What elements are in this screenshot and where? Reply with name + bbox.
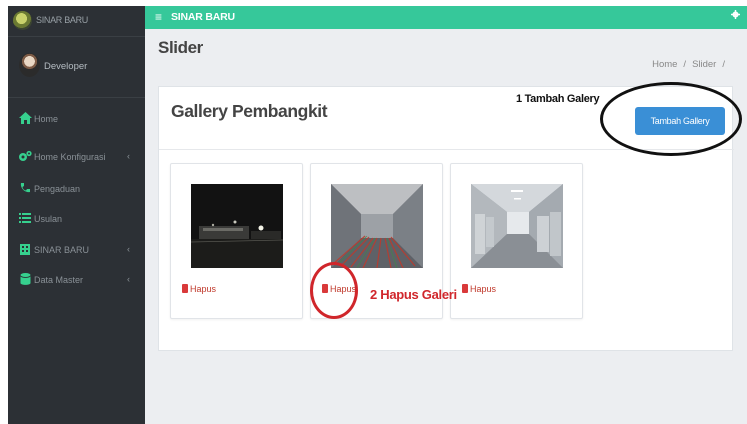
sidebar-item-label: Data Master xyxy=(34,275,84,285)
gallery-card: Hapus xyxy=(450,163,583,319)
database-icon xyxy=(18,273,32,287)
user-name: Developer xyxy=(44,61,88,72)
chevron-left-icon: ‹ xyxy=(127,274,130,284)
annotation-step-1: 1 Tambah Galery xyxy=(516,93,600,105)
app-window: SINAR BARU Developer Home Home Konfigura… xyxy=(8,6,747,424)
list-icon xyxy=(18,212,32,226)
sidebar-item-label: Usulan xyxy=(34,214,63,224)
top-navbar: ≡ SINAR BARU xyxy=(145,6,747,29)
annotation-step-2: 2 Hapus Galeri xyxy=(370,287,457,302)
sidebar-item-home[interactable]: Home xyxy=(8,110,145,130)
sidebar-item-home-konfigurasi[interactable]: Home Konfigurasi ‹ xyxy=(8,148,145,168)
home-icon xyxy=(18,112,32,126)
building-icon xyxy=(18,243,32,257)
gallery-image xyxy=(331,184,423,268)
breadcrumb-current: Slider xyxy=(692,59,717,70)
annotation-circle xyxy=(310,262,358,319)
sidebar-item-label: Pengaduan xyxy=(34,184,81,194)
sidebar-item-label: Home xyxy=(34,114,59,124)
delete-label: Hapus xyxy=(190,284,217,294)
sidebar-item-sinar-baru[interactable]: SINAR BARU ‹ xyxy=(8,241,145,261)
gears-icon xyxy=(18,150,32,164)
breadcrumb-separator: / xyxy=(722,59,725,70)
trash-icon xyxy=(182,284,188,293)
sidebar-item-pengaduan[interactable]: Pengaduan xyxy=(8,180,145,200)
trash-icon xyxy=(462,284,468,293)
hamburger-icon[interactable]: ≡ xyxy=(155,10,162,24)
brand-logo xyxy=(13,11,32,30)
brand-name: SINAR BARU xyxy=(36,15,89,25)
breadcrumb: Home / Slider / xyxy=(649,59,728,70)
breadcrumb-home[interactable]: Home xyxy=(652,59,677,70)
user-panel: Developer xyxy=(8,38,145,98)
annotation-ellipse xyxy=(600,82,742,156)
page-title: Slider xyxy=(158,38,203,57)
sidebar-item-label: SINAR BARU xyxy=(34,245,90,255)
phone-icon xyxy=(18,182,32,196)
gallery-image xyxy=(471,184,563,268)
avatar xyxy=(19,53,40,77)
sidebar: SINAR BARU Developer Home Home Konfigura… xyxy=(8,6,145,424)
gear-icon[interactable] xyxy=(731,10,740,22)
chevron-left-icon: ‹ xyxy=(127,151,130,161)
gallery-card: Hapus xyxy=(170,163,303,319)
sidebar-item-data-master[interactable]: Data Master ‹ xyxy=(8,271,145,291)
delete-gallery-link[interactable]: Hapus xyxy=(462,284,496,294)
topbar-title: SINAR BARU xyxy=(171,11,235,23)
breadcrumb-separator: / xyxy=(683,59,687,70)
sidebar-item-usulan[interactable]: Usulan xyxy=(8,210,145,230)
gallery-title: Gallery Pembangkit xyxy=(171,101,328,121)
delete-gallery-link[interactable]: Hapus xyxy=(182,284,216,294)
chevron-left-icon: ‹ xyxy=(127,244,130,254)
sidebar-item-label: Home Konfigurasi xyxy=(34,152,106,162)
delete-label: Hapus xyxy=(470,284,497,294)
gallery-image xyxy=(191,184,283,268)
brand-bar[interactable]: SINAR BARU xyxy=(8,6,145,37)
